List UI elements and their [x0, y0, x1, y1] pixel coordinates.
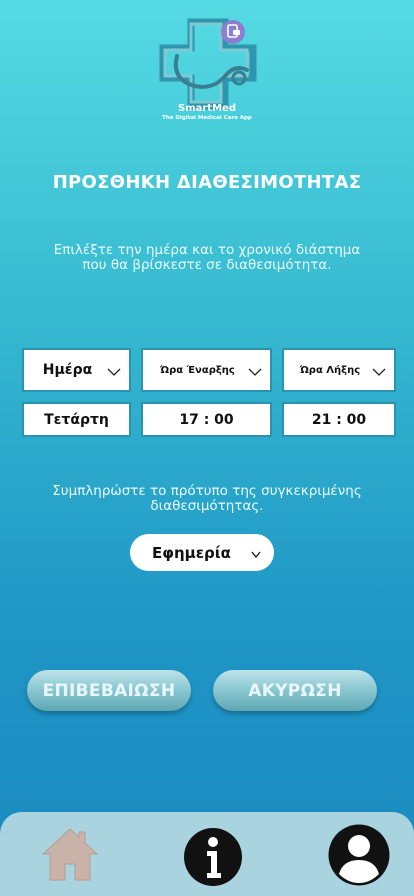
day-value: Τετάρτη: [22, 402, 131, 437]
app-name: SmartMed: [178, 103, 236, 114]
start-time-dropdown[interactable]: Ώρα Έναρξης: [141, 348, 272, 392]
app-tagline: The Digital Medical Care App: [162, 115, 252, 121]
template-select[interactable]: Εφημερία: [130, 534, 274, 571]
chevron-down-icon: [251, 551, 261, 558]
start-time-dropdown-label: Ώρα Έναρξης: [160, 364, 235, 376]
confirm-button[interactable]: ΕΠΙΒΕΒΑΙΩΣΗ: [27, 670, 191, 711]
day-dropdown[interactable]: Ημέρα: [22, 348, 131, 392]
start-time-value: 17 : 00: [141, 402, 272, 437]
template-select-value: Εφημερία: [152, 543, 231, 562]
logo-text: SmartMed The Digital Medical Care App: [140, 103, 274, 121]
end-time-dropdown[interactable]: Ώρα Λήξης: [282, 348, 396, 392]
chevron-down-icon: [107, 368, 121, 376]
day-dropdown-label: Ημέρα: [42, 362, 93, 378]
instruction-time: Επιλέξτε την ημέρα και το χρονικό διάστη…: [53, 242, 361, 273]
info-icon[interactable]: [183, 827, 243, 887]
chevron-down-icon: [372, 368, 386, 376]
chevron-down-icon: [248, 368, 262, 376]
cancel-button[interactable]: ΑΚΥΡΩΣΗ: [213, 670, 377, 711]
instruction-template: Συμπληρώστε το πρότυπο της συγκεκριμένης…: [52, 483, 362, 514]
page-title: ΠΡΟΣΘΗΚΗ ΔΙΑΘΕΣΙΜΟΤΗΤΑΣ: [52, 172, 362, 193]
home-icon[interactable]: [41, 826, 99, 882]
end-time-value: 21 : 00: [282, 402, 396, 437]
end-time-dropdown-label: Ώρα Λήξης: [299, 364, 361, 376]
user-icon[interactable]: [328, 824, 390, 886]
